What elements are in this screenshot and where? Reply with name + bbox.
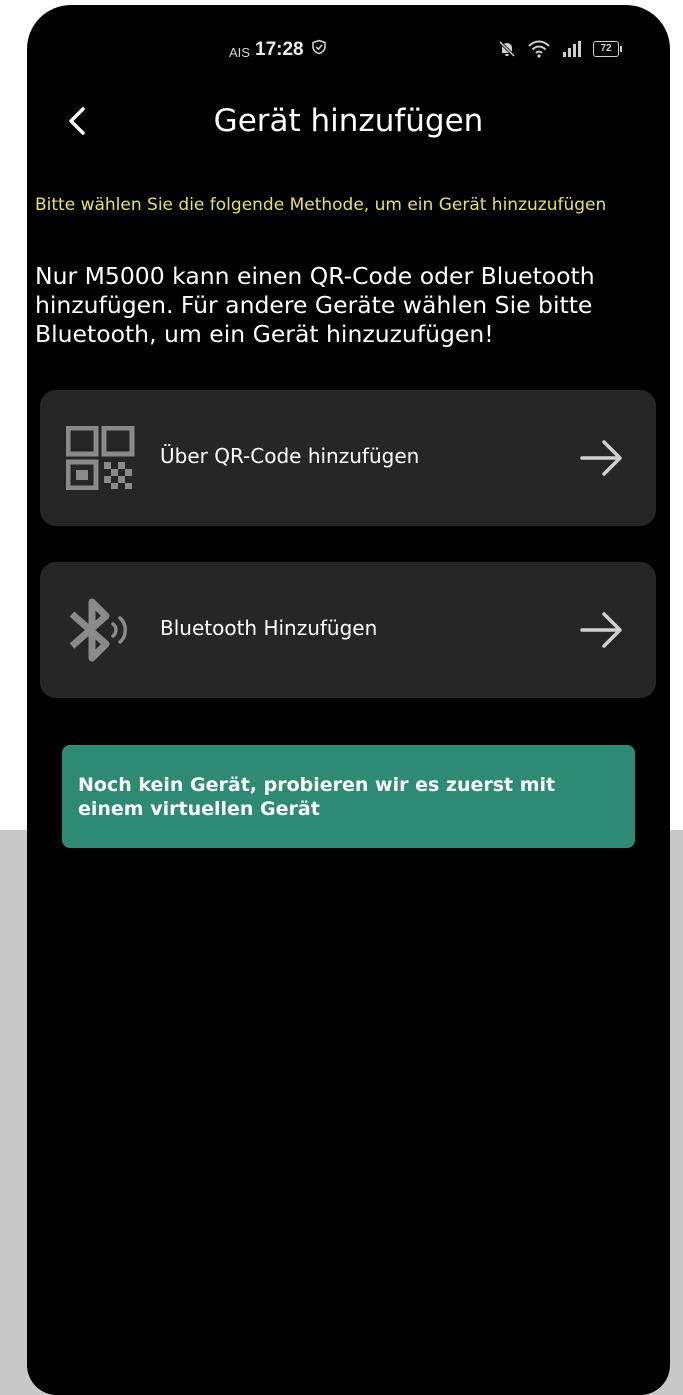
phone-screen: AIS 17:28 72 Gerät hinzufügen Bitte wähl… bbox=[27, 5, 670, 1395]
mute-bell-icon bbox=[498, 40, 516, 58]
status-bar: AIS 17:28 72 bbox=[27, 33, 670, 69]
bluetooth-option-label: Bluetooth Hinzufügen bbox=[160, 616, 378, 640]
status-icons: 72 bbox=[497, 39, 622, 59]
arrow-right-icon bbox=[580, 440, 622, 476]
try-virtual-device-button[interactable]: Noch kein Gerät, probieren wir es zuerst… bbox=[62, 745, 635, 848]
virtual-device-label: Noch kein Gerät, probieren wir es zuerst… bbox=[78, 774, 556, 820]
clock: 17:28 bbox=[255, 39, 304, 60]
page-title: Gerät hinzufügen bbox=[213, 103, 484, 139]
qr-option-label: Über QR-Code hinzufügen bbox=[160, 444, 420, 468]
carrier-label: AIS bbox=[229, 45, 250, 60]
description-text: Nur M5000 kann einen QR-Code oder Blueto… bbox=[35, 262, 595, 348]
hint-text: Bitte wählen Sie die folgende Methode, u… bbox=[35, 195, 607, 215]
qr-code-icon bbox=[66, 426, 135, 490]
arrow-right-icon bbox=[580, 612, 622, 648]
bluetooth-icon bbox=[69, 598, 127, 662]
signal-icon bbox=[563, 41, 581, 57]
header: Gerät hinzufügen bbox=[27, 93, 670, 153]
battery-icon: 72 bbox=[593, 41, 622, 57]
wifi-icon bbox=[528, 40, 550, 58]
add-via-qr-code-button[interactable]: Über QR-Code hinzufügen bbox=[40, 390, 656, 526]
check-circle-icon bbox=[312, 39, 326, 55]
add-via-bluetooth-button[interactable]: Bluetooth Hinzufügen bbox=[40, 562, 656, 698]
